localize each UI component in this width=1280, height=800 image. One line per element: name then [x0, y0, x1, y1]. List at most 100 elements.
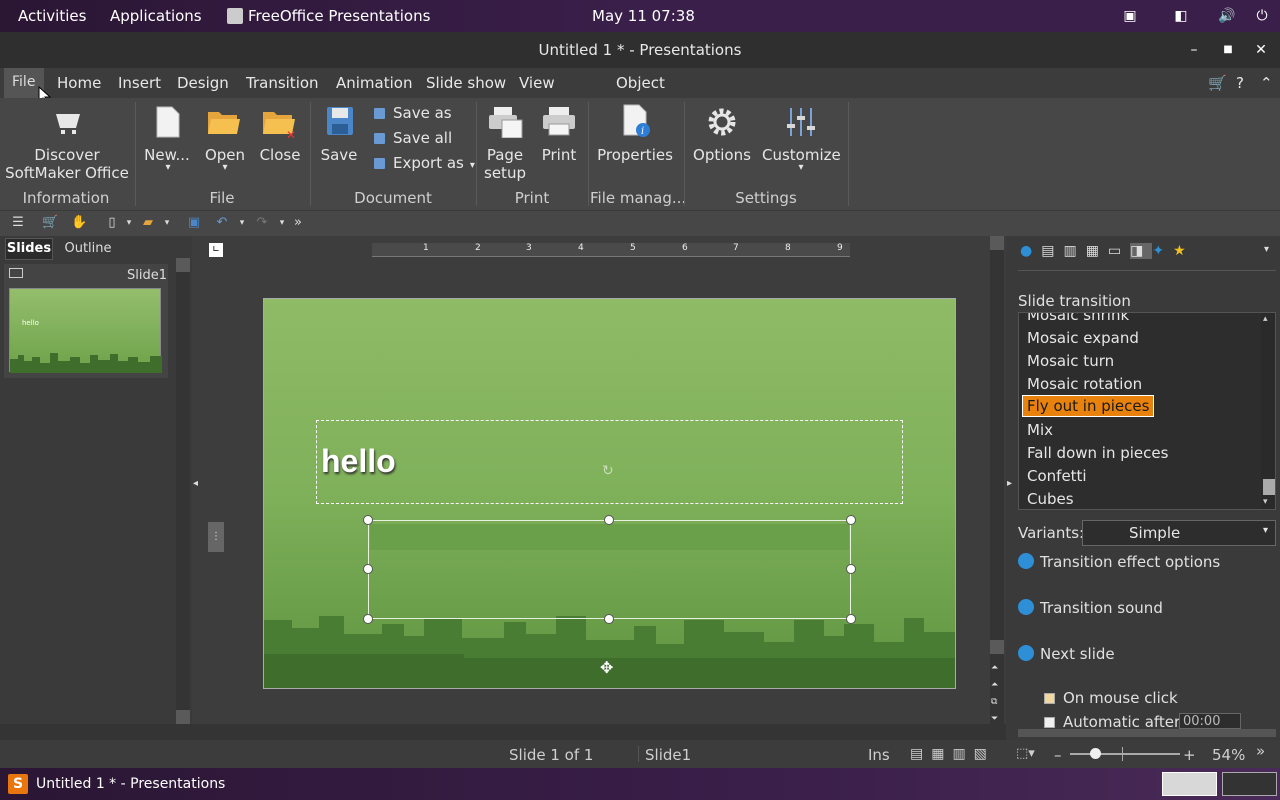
cart-icon[interactable]: 🛒	[1208, 74, 1227, 92]
save-button[interactable]: Save	[318, 146, 360, 164]
resize-handle-mr[interactable]	[846, 564, 856, 574]
transition-item[interactable]: Mosaic turn	[1027, 352, 1114, 370]
open-dropdown-icon[interactable]: ▾	[217, 162, 233, 173]
table-icon[interactable]: ▦	[1086, 243, 1108, 259]
power-icon[interactable]: ⏻	[1254, 8, 1270, 24]
view-mode-icons[interactable]: ▤▦▥▧	[910, 746, 995, 762]
editor-horizontal-scrollbar[interactable]	[0, 724, 1006, 740]
transition-item[interactable]: Confetti	[1027, 467, 1087, 485]
info-icon[interactable]: ●	[1020, 243, 1041, 259]
slide-title-text[interactable]: hello	[321, 443, 396, 480]
save-small-icon[interactable]: ▣	[186, 215, 202, 231]
hamburger-menu-icon[interactable]: ☰	[10, 215, 26, 231]
export-as-button[interactable]: Export as ▾	[374, 154, 475, 172]
active-app-name[interactable]: FreeOffice Presentations	[248, 7, 430, 25]
undo-icon[interactable]: ↶	[214, 215, 230, 231]
menu-home[interactable]: Home	[57, 74, 101, 92]
resize-handle-tr[interactable]	[846, 515, 856, 525]
transition-pane-icon[interactable]: ◨	[1130, 243, 1153, 259]
open-small-dropdown-icon[interactable]: ▾	[159, 215, 175, 231]
title-placeholder[interactable]: hello	[316, 420, 903, 504]
resize-handle-bl[interactable]	[363, 614, 373, 624]
next-slide-section[interactable]: Next slide	[1018, 645, 1115, 663]
list-scroll-down-icon[interactable]: ▾	[1263, 497, 1268, 507]
open-small-icon[interactable]: ▰	[140, 215, 156, 231]
star-icon[interactable]: ★	[1173, 243, 1195, 259]
transition-sound-section[interactable]: Transition sound	[1018, 599, 1163, 617]
rotate-handle-icon[interactable]: ↻	[602, 463, 614, 479]
menu-object[interactable]: Object	[616, 74, 665, 92]
cart-small-icon[interactable]: 🛒	[42, 215, 58, 231]
transition-item[interactable]: Mosaic expand	[1027, 329, 1139, 347]
maximize-button[interactable]: ■	[1218, 40, 1238, 60]
workspace-1[interactable]	[1162, 772, 1217, 796]
volume-icon[interactable]: 🔊	[1218, 8, 1235, 24]
collapse-ribbon-icon[interactable]: ⌃	[1260, 74, 1273, 92]
tab-outline[interactable]: Outline	[58, 238, 118, 260]
workspace-icon[interactable]: ◧	[1173, 8, 1189, 24]
display-icon[interactable]: ▣	[1122, 8, 1138, 24]
new-dropdown-icon[interactable]: ▾	[160, 162, 176, 173]
slide-thumbnail[interactable]: hello	[9, 288, 162, 373]
transition-item[interactable]: Mosaic rotation	[1027, 375, 1142, 393]
insert-mode[interactable]: Ins	[868, 746, 890, 764]
customize-dropdown-icon[interactable]: ▾	[793, 162, 809, 173]
transition-effect-options-section[interactable]: Transition effect options	[1018, 553, 1220, 571]
transition-item[interactable]: Fall down in pieces	[1027, 444, 1168, 462]
menu-transition[interactable]: Transition	[246, 74, 319, 92]
collapse-right-pane-icon[interactable]: ▸	[1007, 478, 1012, 489]
page-setup-button-line1[interactable]: Page	[482, 146, 528, 164]
resize-handle-br[interactable]	[846, 614, 856, 624]
zoom-slider-track[interactable]	[1070, 753, 1180, 755]
subtitle-placeholder-selected[interactable]	[368, 520, 851, 619]
sidebar-tool-icons[interactable]: ●▤▥▦▭◨✦★	[1020, 243, 1264, 261]
save-as-button[interactable]: Save as	[374, 104, 452, 122]
slides-scroll-down[interactable]	[176, 710, 190, 724]
undo-dropdown-icon[interactable]: ▾	[234, 215, 250, 231]
minimize-button[interactable]: –	[1184, 40, 1204, 60]
properties-button[interactable]: Properties	[592, 146, 678, 164]
workspace-2[interactable]	[1222, 772, 1277, 796]
object-icon[interactable]: ▭	[1108, 243, 1130, 259]
slides-pane-scrollbar[interactable]	[176, 258, 190, 724]
close-window-button[interactable]: ✕	[1251, 40, 1271, 60]
on-mouse-click-checkbox[interactable]: On mouse click	[1044, 689, 1178, 707]
transition-item[interactable]: Mix	[1027, 421, 1053, 439]
save-all-button[interactable]: Save all	[374, 129, 452, 147]
zoom-slider-thumb[interactable]	[1090, 748, 1101, 759]
hand-icon[interactable]: ✋	[71, 215, 87, 231]
editor-scroll-up[interactable]	[990, 236, 1004, 250]
transition-item[interactable]: Cubes	[1027, 490, 1074, 508]
transition-item[interactable]: Mosaic shrink	[1027, 313, 1129, 324]
help-icon[interactable]: ?	[1236, 74, 1244, 92]
zoom-in-icon[interactable]: +	[1183, 746, 1196, 764]
menu-insert[interactable]: Insert	[118, 74, 161, 92]
transition-item-selected[interactable]: Fly out in pieces	[1022, 395, 1154, 417]
resize-handle-tl[interactable]	[363, 515, 373, 525]
splitter-handle[interactable]: ⋮	[208, 522, 224, 552]
automatic-after-input[interactable]: 00:00	[1179, 713, 1241, 729]
zoom-fit-icon[interactable]: ⬚▾	[1016, 746, 1035, 761]
editor-scroll-down[interactable]	[990, 640, 1004, 654]
horizontal-ruler[interactable]: 1 2 3 4 5 6 7 8 9	[372, 243, 850, 257]
more-status-icon[interactable]: »	[1256, 742, 1265, 760]
discover-button-line1[interactable]: Discover	[20, 146, 114, 164]
page-setup-button-line2[interactable]: setup	[482, 164, 528, 182]
slides-scroll-up[interactable]	[176, 258, 190, 272]
menu-animation[interactable]: Animation	[336, 74, 412, 92]
taskbar-window-item[interactable]: Untitled 1 * - Presentations	[36, 776, 225, 792]
transition-list[interactable]: Mosaic shrink Mosaic expand Mosaic turn …	[1018, 312, 1276, 510]
options-button[interactable]: Options	[692, 146, 752, 164]
redo-dropdown-icon[interactable]: ▾	[274, 215, 290, 231]
collapse-left-pane-icon[interactable]: ◂	[193, 478, 201, 498]
list-scroll-up-icon[interactable]: ▴	[1263, 314, 1268, 324]
edit-icon[interactable]: ▥	[1063, 243, 1085, 259]
new-small-dropdown-icon[interactable]: ▾	[121, 215, 137, 231]
more-tools-icon[interactable]: »	[290, 215, 306, 231]
sidebar-horizontal-scrollbar[interactable]	[1018, 729, 1276, 737]
print-button[interactable]: Print	[536, 146, 582, 164]
animation-icon[interactable]: ✦	[1152, 243, 1173, 259]
variants-select[interactable]: Simple ▾	[1082, 520, 1276, 546]
redo-icon[interactable]: ↷	[254, 215, 270, 231]
menu-design[interactable]: Design	[177, 74, 229, 92]
